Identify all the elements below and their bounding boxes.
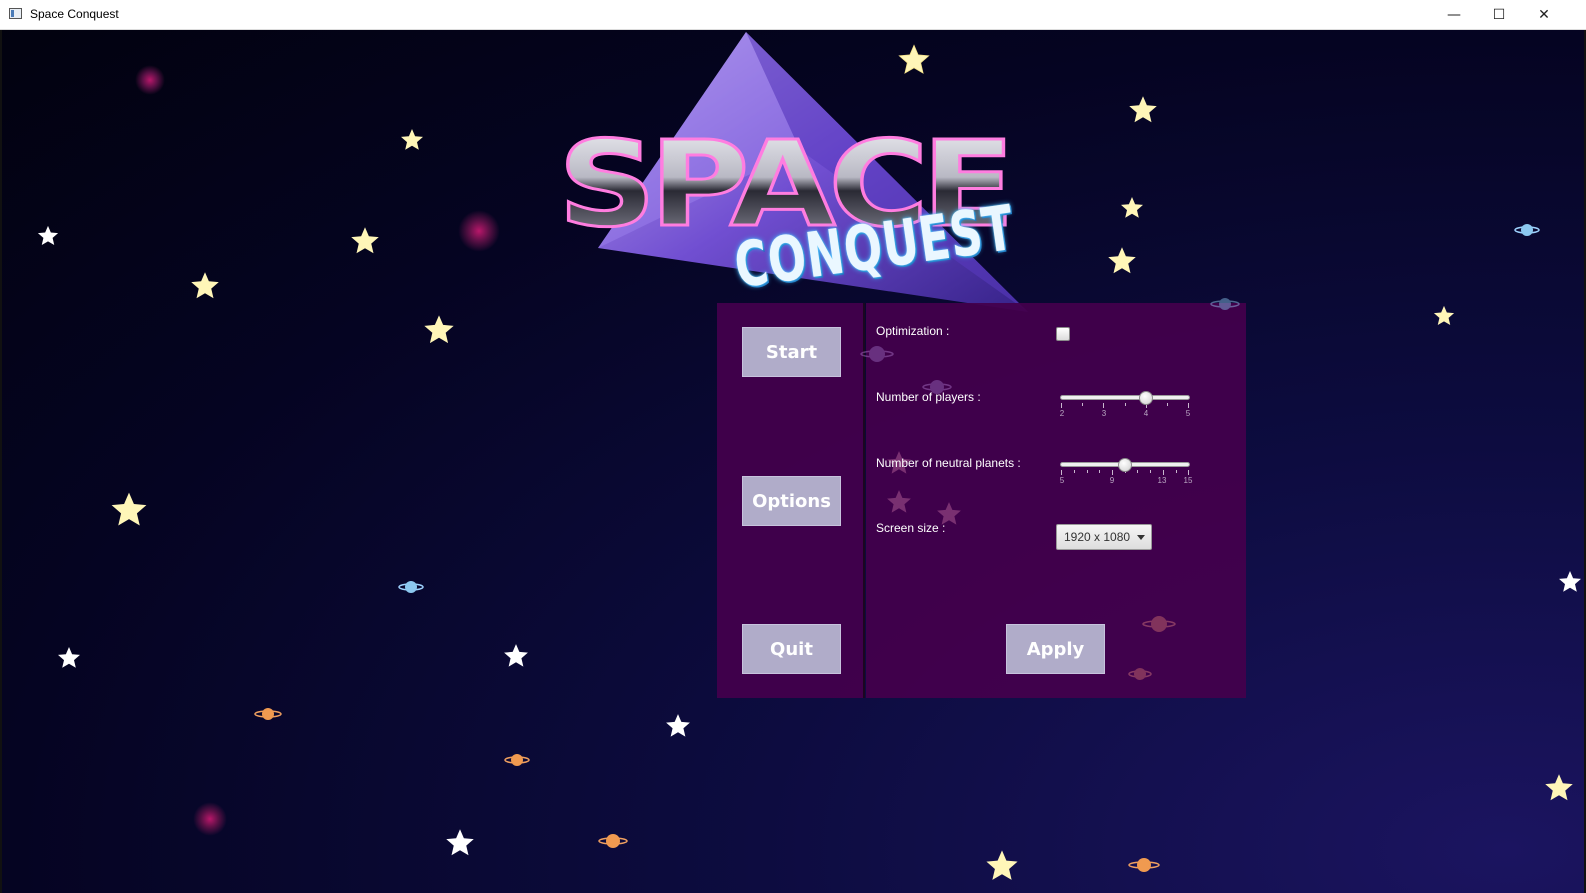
star-icon (1129, 96, 1157, 123)
planet-icon (254, 708, 282, 720)
slider-tick-label: 4 (1143, 409, 1149, 418)
slider-tick (1099, 470, 1100, 473)
neutral-planets-slider[interactable]: 5 9 13 15 (1059, 458, 1193, 488)
screen-size-select[interactable]: 1920 x 1080 (1056, 524, 1152, 550)
star-icon (446, 829, 474, 856)
star-icon (986, 850, 1018, 880)
slider-tick-label: 15 (1183, 476, 1193, 485)
slider-tick (1061, 403, 1062, 408)
star-icon (424, 315, 454, 344)
screen-size-value: 1920 x 1080 (1064, 530, 1131, 544)
planet-icon (1128, 668, 1152, 680)
planet-icon (860, 346, 894, 362)
slider-tick (1087, 470, 1088, 473)
star-icon (37, 225, 59, 245)
slider-tick-label: 2 (1059, 409, 1065, 418)
star-icon (58, 647, 80, 668)
slider-tick (1167, 403, 1168, 406)
planet-icon (504, 754, 530, 766)
options-panel: Optimization : Number of players : 2 3 4… (860, 298, 1246, 698)
slider-tick (1176, 470, 1177, 473)
star-icon (1433, 305, 1455, 325)
star-icon (1559, 571, 1581, 592)
star-icon (351, 227, 379, 254)
slider-tick-label: 9 (1109, 476, 1115, 485)
planet-icon (1210, 298, 1240, 310)
main-menu-panel: Start Options Quit (717, 303, 865, 698)
game-canvas: SPACE CONQUEST Start Options Quit Optimi… (0, 30, 1586, 893)
planet-icon (1142, 616, 1176, 632)
star-icon (401, 129, 423, 150)
slider-tick-label: 13 (1157, 476, 1167, 485)
screen-size-label: Screen size : (876, 521, 946, 535)
star-icon (191, 272, 219, 299)
star-icon (1545, 774, 1573, 801)
slider-track (1060, 395, 1190, 400)
slider-tick (1112, 470, 1113, 475)
slider-tick (1150, 470, 1151, 473)
quit-button[interactable]: Quit (742, 624, 841, 674)
star-icon (887, 490, 911, 513)
planet-icon (1128, 858, 1160, 872)
slider-tick-label: 5 (1059, 476, 1065, 485)
slider-tick (1137, 470, 1138, 473)
maximize-button[interactable]: ☐ (1476, 0, 1522, 30)
slider-tick (1074, 470, 1075, 473)
slider-tick (1082, 403, 1083, 406)
neutral-planets-slider-thumb[interactable] (1118, 458, 1132, 472)
star-icon (111, 492, 147, 526)
slider-tick (1125, 403, 1126, 406)
slider-tick (1188, 470, 1189, 475)
nebula-decoration (193, 802, 227, 836)
chevron-down-icon (1137, 535, 1145, 540)
slider-tick (1103, 403, 1104, 408)
nebula-decoration (135, 65, 165, 95)
star-icon (666, 714, 690, 737)
slider-tick-label: 3 (1101, 409, 1107, 418)
apply-button[interactable]: Apply (1006, 624, 1105, 674)
star-icon (504, 644, 528, 667)
start-button[interactable]: Start (742, 327, 841, 377)
window-title: Space Conquest (30, 7, 119, 21)
planet-icon (598, 834, 628, 848)
players-slider[interactable]: 2 3 4 5 (1060, 391, 1190, 421)
optimization-label: Optimization : (876, 324, 950, 338)
slider-tick (1061, 470, 1062, 475)
slider-tick (1163, 470, 1164, 475)
slider-tick (1188, 403, 1189, 408)
minimize-button[interactable]: — (1431, 0, 1477, 30)
close-button[interactable]: ✕ (1521, 0, 1567, 30)
planet-icon (1514, 224, 1540, 236)
options-button[interactable]: Options (742, 476, 841, 526)
app-icon (9, 8, 22, 19)
star-icon (1108, 247, 1136, 274)
slider-tick-label: 5 (1185, 409, 1191, 418)
star-icon (1121, 197, 1143, 218)
players-label: Number of players : (876, 390, 981, 404)
players-slider-thumb[interactable] (1139, 391, 1153, 405)
window-titlebar: Space Conquest — ☐ ✕ (0, 0, 1586, 30)
optimization-checkbox[interactable] (1056, 327, 1070, 341)
neutral-planets-label: Number of neutral planets : (876, 456, 1021, 470)
nebula-decoration (458, 210, 500, 252)
planet-icon (398, 581, 424, 593)
